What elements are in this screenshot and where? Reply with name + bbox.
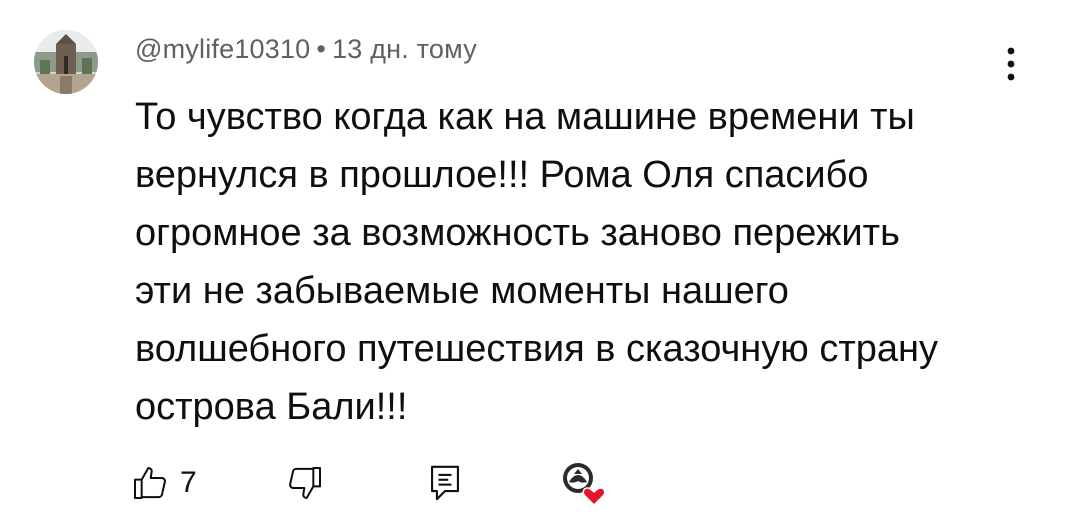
thumb-down-icon [289,467,321,499]
author-name[interactable]: @mylife10310 [135,34,310,64]
like-button[interactable]: 7 [130,458,197,508]
reply-comment-icon [431,465,459,501]
more-vertical-icon [1007,47,1015,81]
comment-actions: 7 [130,458,650,508]
reply-button[interactable] [425,458,465,508]
more-options-button[interactable] [996,42,1026,86]
comment-text: То чувство когда как на машине времени т… [135,96,938,428]
comment-thread: @mylife10310 • 13 дн. тому То чувство когд… [0,0,1080,532]
creator-heart [558,458,608,508]
like-count: 7 [180,466,197,499]
timestamp: 13 дн. тому [332,34,477,64]
meta-separator: • [316,34,327,64]
dislike-button[interactable] [285,458,325,508]
avatar[interactable] [34,30,98,94]
thumb-up-icon [134,467,166,499]
comment-meta: @mylife10310 • 13 дн. тому [135,34,477,65]
avatar-photo-icon [34,30,98,94]
creator-heart-icon [563,463,606,507]
